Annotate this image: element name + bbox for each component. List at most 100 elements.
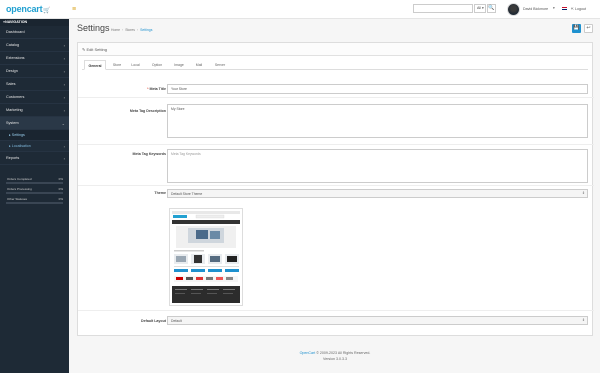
sidebar-subitem-localisation[interactable]: ▸ Localisation › — [0, 141, 69, 152]
stat-progress-bar — [6, 182, 63, 184]
footer-version: Version 3.0.3.3 — [323, 357, 347, 361]
meta-description-label: Meta Tag Description — [129, 109, 166, 113]
avatar[interactable] — [507, 3, 520, 16]
sidebar-item-label: Design — [6, 69, 18, 73]
sidebar-subitem-label: ▸ Settings — [9, 133, 25, 137]
default-layout-select[interactable]: Default ⇕ — [167, 316, 588, 325]
sidebar-subitem-settings[interactable]: ▸ Settings — [0, 130, 69, 141]
chevron-right-icon: › — [63, 69, 65, 74]
theme-preview-graphic — [170, 209, 242, 305]
select-caret-icon: ⇕ — [581, 191, 585, 195]
stat-percent: 0% — [58, 177, 63, 181]
breadcrumb-stores[interactable]: Stores — [125, 28, 135, 32]
sidebar-item-label: System — [6, 121, 19, 125]
form-row-theme: Theme Default Store Theme ⇕ — [78, 187, 594, 311]
theme-select[interactable]: Default Store Theme ⇕ — [167, 189, 588, 198]
chevron-right-icon: › — [63, 144, 65, 149]
default-layout-select-value: Default — [171, 319, 182, 323]
chevron-right-icon: › — [63, 95, 65, 100]
tab-image[interactable]: Image — [171, 60, 187, 70]
tab-server[interactable]: Server — [211, 60, 229, 70]
breadcrumb-settings[interactable]: Settings — [140, 28, 152, 32]
theme-select-value: Default Store Theme — [171, 192, 203, 196]
tab-option[interactable]: Option — [148, 60, 166, 70]
user-name[interactable]: David Bickmore — [523, 7, 548, 11]
select-caret-icon: ⇕ — [581, 318, 585, 322]
panel-heading: ✎ Edit Setting — [78, 43, 592, 56]
cart-icon: 🛒 — [43, 8, 51, 14]
theme-label: Theme — [154, 191, 166, 195]
chevron-right-icon: › — [63, 82, 65, 87]
save-button[interactable]: 💾 — [572, 24, 581, 33]
sidebar-item-label: Extensions — [6, 56, 25, 60]
footer-copyright: OpenCart © 2009-2023 All Rights Reserved… — [77, 351, 593, 355]
logout-link[interactable]: ⇱ Logout — [571, 7, 586, 11]
edit-setting-panel: ✎ Edit Setting General Store Local Optio… — [77, 42, 594, 336]
form-row-default-layout: Default Layout Default ⇕ — [78, 312, 594, 332]
chevron-down-icon: ▾ — [482, 6, 484, 10]
logout-label: Logout — [575, 7, 587, 11]
meta-title-input[interactable]: Your Store — [167, 84, 588, 94]
tab-local[interactable]: Local — [128, 60, 143, 70]
chevron-right-icon: › — [63, 156, 65, 161]
sidebar-item-system[interactable]: System ⌄ — [0, 117, 69, 130]
top-header: opencart🛒 ≡ All ▾ 🔍 David Bickmore ▾ ⇱ L… — [0, 0, 600, 19]
breadcrumb-separator: › — [137, 28, 139, 32]
stat-orders-processing: Orders Processing 0% — [6, 187, 63, 195]
flag-icon[interactable] — [562, 7, 567, 10]
footer-brand-link[interactable]: OpenCart — [300, 351, 316, 355]
stat-other-statuses: Other Statuses 0% — [6, 197, 63, 205]
sidebar-item-catalog[interactable]: Catalog › — [0, 39, 69, 52]
sidebar-subitem-label: ▸ Localisation — [9, 144, 31, 148]
chevron-down-icon[interactable]: ▾ — [553, 6, 555, 10]
search-filter-select[interactable]: All ▾ — [474, 4, 486, 13]
sidebar-item-label: Reports — [6, 156, 20, 160]
stat-percent: 0% — [58, 187, 63, 191]
stat-label: Other Statuses — [7, 197, 28, 201]
meta-keywords-label: Meta Tag Keywords — [132, 152, 166, 156]
sidebar-item-extensions[interactable]: Extensions › — [0, 52, 69, 65]
logout-icon: ⇱ — [571, 7, 575, 11]
search-icon[interactable]: 🔍 — [487, 4, 496, 13]
tab-mail[interactable]: Mail — [192, 60, 206, 70]
search-filter-label: All — [477, 6, 481, 10]
theme-preview-image — [169, 208, 243, 306]
opencart-logo[interactable]: opencart🛒 — [6, 4, 51, 14]
breadcrumb: Home › Stores › Settings — [111, 28, 152, 32]
chevron-right-icon: › — [63, 56, 65, 61]
chevron-right-icon: › — [63, 108, 65, 113]
breadcrumb-separator: › — [122, 28, 124, 32]
stat-orders-completed: Orders Completed 0% — [6, 177, 63, 185]
meta-description-textarea[interactable]: My Store — [167, 104, 588, 138]
chevron-right-icon: › — [63, 43, 65, 48]
tab-general[interactable]: General — [84, 60, 106, 70]
settings-tabs: General Store Local Option Image Mail Se… — [82, 60, 588, 70]
meta-keywords-textarea[interactable]: Meta Tag Keywords — [167, 149, 588, 183]
stat-label: Orders Processing — [7, 187, 32, 191]
sidebar-item-reports[interactable]: Reports › — [0, 152, 69, 165]
search-input[interactable] — [413, 4, 473, 13]
sidebar-item-sales[interactable]: Sales › — [0, 78, 69, 91]
sidebar-item-design[interactable]: Design › — [0, 65, 69, 78]
menu-toggle-icon[interactable]: ≡ — [72, 6, 79, 13]
stat-label: Orders Completed — [7, 177, 32, 181]
sidebar-item-label: Sales — [6, 82, 16, 86]
nav-heading-label: NAVIGATION — [5, 20, 28, 24]
nav-heading: ≡NAVIGATION — [0, 19, 69, 26]
breadcrumb-home[interactable]: Home — [111, 28, 120, 32]
logo-text: opencart — [6, 4, 43, 14]
sidebar-item-customers[interactable]: Customers › — [0, 91, 69, 104]
back-button[interactable]: ↩ — [584, 24, 593, 33]
sidebar-item-marketing[interactable]: Marketing › — [0, 104, 69, 117]
page-title: Settings — [77, 23, 110, 33]
stat-progress-bar — [6, 202, 63, 204]
tab-store[interactable]: Store — [109, 60, 125, 70]
sidebar-item-dashboard[interactable]: Dashboard — [0, 26, 69, 39]
default-layout-label: Default Layout — [141, 319, 166, 323]
meta-title-label: *Meta Title — [147, 87, 166, 91]
form-row-meta-description: Meta Tag Description My Store — [78, 99, 594, 145]
footer-copyright-text: © 2009-2023 All Rights Reserved. — [315, 351, 371, 355]
sidebar: ≡NAVIGATION Dashboard Catalog › Extension… — [0, 19, 69, 373]
stat-percent: 0% — [58, 197, 63, 201]
